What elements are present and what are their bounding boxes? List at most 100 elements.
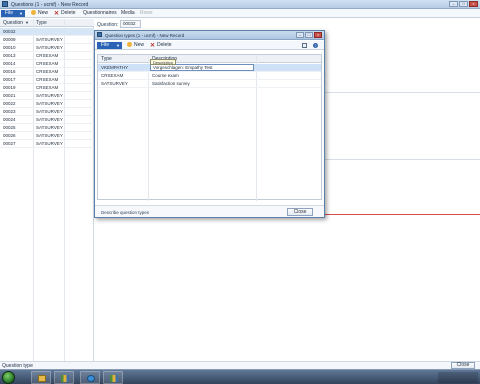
type-cell: CRSEXAM <box>36 61 59 66</box>
table-row[interactable]: CRSEXAM Course exam <box>98 72 321 80</box>
window-controls: – □ × <box>449 1 478 7</box>
question-cell: 00017 <box>3 77 16 82</box>
description-input[interactable]: Vorgeschlagen: Empathy Test <box>150 64 254 71</box>
question-cell: 00014 <box>3 61 16 66</box>
question-cell: 00019 <box>3 85 16 90</box>
table-row[interactable]: 00021 SATSURVEY <box>0 92 94 100</box>
table-row[interactable]: 00009 SATSURVEY <box>0 36 94 44</box>
dialog-new-label: New <box>134 42 145 48</box>
question-cell: 00009 <box>3 37 16 42</box>
column-header-type[interactable]: Type <box>36 20 47 26</box>
taskbar-item-dynamics[interactable] <box>54 371 74 384</box>
column-header-question[interactable]: Question <box>3 20 23 26</box>
minimize-button[interactable]: – <box>449 1 458 7</box>
type-cell: SATSURVEY <box>36 93 63 98</box>
dialog-minimize-button[interactable]: – <box>296 32 304 38</box>
table-row[interactable]: 00024 SATSURVEY <box>0 116 94 124</box>
table-row[interactable]: 00010 SATSURVEY <box>0 44 94 52</box>
question-field-label: Question: <box>97 22 119 28</box>
type-cell: SATSURVEY <box>36 101 63 106</box>
questions-grid-header: Question ▼ Type <box>0 19 94 27</box>
type-cell: SATSURVEY <box>36 133 63 138</box>
type-cell: SATSURVEY <box>36 117 63 122</box>
question-types-grid: Type Description VKEMPATHY Vorgeschlagen:… <box>97 54 322 201</box>
help-icon[interactable]: ? <box>313 43 318 48</box>
window-titlebar: Questions (1 - ucmf) - New Record – □ × <box>0 0 480 9</box>
taskbar-item-explorer[interactable] <box>31 371 51 384</box>
type-cell: SATSURVEY <box>36 45 63 50</box>
type-cell: SATSURVEY <box>101 81 128 86</box>
media-button[interactable]: Media <box>121 10 135 17</box>
grid-view-icon[interactable] <box>302 43 307 48</box>
description-cell: Course exam <box>152 73 179 78</box>
question-cell: 00026 <box>3 133 16 138</box>
app-icon <box>2 1 8 7</box>
type-cell: SATSURVEY <box>36 109 63 114</box>
start-button[interactable] <box>2 371 15 384</box>
column-header-type[interactable]: Type <box>101 56 112 62</box>
type-cell: SATSURVEY <box>36 141 63 146</box>
system-tray[interactable] <box>438 372 478 383</box>
form-close-button[interactable]: Close <box>451 362 475 369</box>
dialog-help-text: Describe question types <box>101 210 150 215</box>
chevron-down-icon: ▼ <box>116 43 120 48</box>
delete-icon: ✕ <box>54 11 60 17</box>
type-cell: CRSEXAM <box>101 73 124 78</box>
delete-icon: ✕ <box>150 43 156 49</box>
file-label: File <box>5 10 14 16</box>
table-row[interactable]: 00032 <box>0 28 94 36</box>
fasttab-divider <box>325 92 480 93</box>
action-pane: File ▼ New ✕ Delete Questionnaires Media … <box>0 9 480 18</box>
table-row[interactable]: 00023 SATSURVEY <box>0 108 94 116</box>
dialog-close-x-button[interactable]: × <box>314 32 322 38</box>
table-row[interactable]: VKEMPATHY Vorgeschlagen: Empathy Test Desc… <box>98 59 321 72</box>
question-cell: 00032 <box>3 29 16 34</box>
question-cell: 00023 <box>3 109 16 114</box>
table-row[interactable]: 00016 CRSEXAM <box>0 68 94 76</box>
type-cell: CRSEXAM <box>36 85 59 90</box>
new-label: New <box>38 10 49 16</box>
dialog-maximize-button[interactable]: □ <box>305 32 313 38</box>
dialog-title: Question types (1 - ucmf) - New Record <box>105 33 185 38</box>
table-row[interactable]: 00014 CRSEXAM <box>0 60 94 68</box>
questions-grid: Question ▼ Type 00032 00009 SATSURVEY 00010… <box>0 19 94 361</box>
question-field[interactable]: 00032 <box>120 20 141 28</box>
table-row[interactable]: 00022 SATSURVEY <box>0 100 94 108</box>
window-close-button[interactable]: × <box>469 1 478 7</box>
taskbar-item-dynamics-2[interactable] <box>103 371 123 384</box>
dialog-app-icon <box>97 32 102 37</box>
table-row[interactable]: SATSURVEY Satisfaction survey <box>98 80 321 88</box>
type-cell: CRSEXAM <box>36 77 59 82</box>
delete-button[interactable]: ✕ Delete <box>54 10 75 17</box>
questionnaires-button[interactable]: Questionnaires <box>83 10 117 17</box>
dialog-new-button[interactable]: New <box>127 42 144 49</box>
question-cell: 00016 <box>3 69 16 74</box>
description-cell: Satisfaction survey <box>152 81 190 86</box>
dialog-file-menu-button[interactable]: File ▼ <box>97 42 122 49</box>
maximize-button[interactable]: □ <box>459 1 468 7</box>
table-row[interactable]: 00013 CRSEXAM <box>0 52 94 60</box>
dialog-window-controls: – □ × <box>296 32 322 38</box>
table-row[interactable]: 00027 SATSURVEY <box>0 140 94 148</box>
new-button[interactable]: New <box>31 10 48 17</box>
question-cell: 00010 <box>3 45 16 50</box>
question-cell: 00027 <box>3 141 16 146</box>
status-bar: Question type Close <box>0 361 480 369</box>
rows-button[interactable]: Rows <box>140 10 153 17</box>
folder-icon <box>38 375 46 382</box>
type-cell: SATSURVEY <box>36 37 63 42</box>
file-menu-button[interactable]: File ▼ <box>1 10 25 17</box>
table-row[interactable]: 00026 SATSURVEY <box>0 132 94 140</box>
taskbar-item-internet-explorer[interactable] <box>80 371 100 384</box>
fasttab-divider <box>325 159 480 160</box>
question-types-dialog: Question types (1 - ucmf) - New Record –… <box>94 30 325 218</box>
table-row[interactable]: 00017 CRSEXAM <box>0 76 94 84</box>
new-icon <box>31 10 36 15</box>
table-row[interactable]: 00019 CRSEXAM <box>0 84 94 92</box>
table-row[interactable]: 00025 SATSURVEY <box>0 124 94 132</box>
dialog-file-label: File <box>101 42 110 48</box>
dialog-close-button[interactable]: Close <box>287 208 313 216</box>
dialog-delete-label: Delete <box>157 42 172 48</box>
question-cell: 00013 <box>3 53 16 58</box>
dialog-delete-button[interactable]: ✕ Delete <box>150 42 171 49</box>
